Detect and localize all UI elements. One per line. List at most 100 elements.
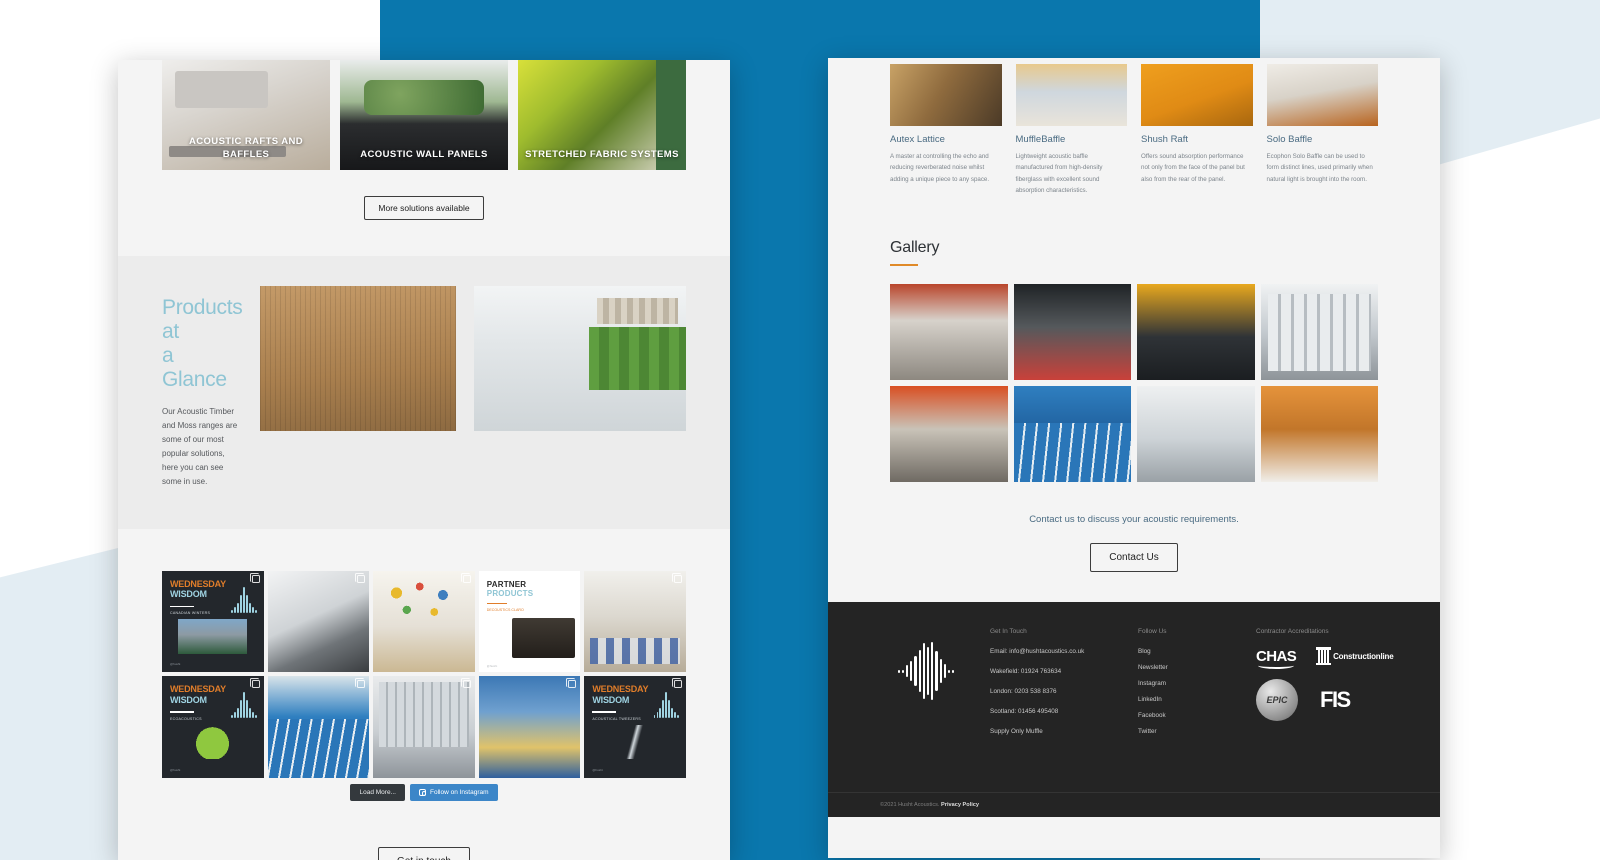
gallery-section: Gallery — [828, 239, 1440, 483]
epic-logo: EPIC — [1256, 679, 1298, 722]
constructionline-label: Constructionline — [1333, 652, 1394, 662]
products-at-a-glance-section: Products at a Glance Our Acoustic Timber… — [118, 256, 730, 529]
glance-text-block: Products at a Glance Our Acoustic Timber… — [162, 286, 243, 489]
footer-contact-item[interactable]: Wakefield: 01924 763634 — [990, 668, 1120, 675]
multi-photo-icon — [355, 572, 366, 583]
gallery-image[interactable] — [890, 386, 1008, 483]
get-in-touch-row: Get in touch — [118, 846, 730, 860]
instagram-grid: WEDNESDAY WISDOM CANADIAN WINTERS @husht PAR… — [162, 570, 686, 778]
instagram-photo — [373, 676, 475, 778]
gallery-image[interactable] — [1013, 283, 1131, 381]
footer-heading-accreditations: Contractor Accreditations — [1256, 628, 1329, 636]
instagram-photo — [373, 570, 475, 673]
instagram-photo — [584, 570, 686, 673]
footer-logo — [880, 628, 972, 792]
multi-photo-icon — [249, 678, 260, 689]
divider — [170, 711, 194, 713]
footer-accreditations-column: Contractor Accreditations CHAS Construct… — [1256, 628, 1394, 792]
solution-card[interactable]: ACOUSTIC WALL PANELS — [340, 60, 508, 170]
gallery-image[interactable] — [1137, 283, 1255, 381]
product-description: Offers sound absorption performance not … — [1141, 153, 1245, 183]
instagram-post[interactable] — [584, 570, 686, 673]
follow-on-instagram-button[interactable]: Follow on Instagram — [409, 783, 498, 801]
instagram-post[interactable]: WEDNESDAY WISDOM ACOUSTICAL TWEEZERS @husht — [584, 676, 686, 778]
product-card[interactable]: MuffleBaffle Lightweight acoustic baffle… — [1015, 64, 1127, 197]
gallery-image[interactable] — [1137, 386, 1255, 483]
load-more-button[interactable]: Load More... — [350, 783, 405, 801]
product-image — [1266, 64, 1378, 126]
instagram-post[interactable] — [373, 570, 475, 673]
instagram-post[interactable]: WEDNESDAY WISDOM ECOACOUSTICS @husht — [162, 676, 264, 778]
product-card[interactable]: Autex Lattice A master at controlling th… — [890, 64, 1002, 197]
product-image — [890, 64, 1002, 126]
gallery-grid — [890, 283, 1378, 483]
more-solutions-row: More solutions available — [118, 196, 730, 220]
instagram-photo — [267, 570, 370, 673]
accreditation-logos: CHAS Constructionline EPIC FIS — [1256, 647, 1394, 722]
contact-us-row: Contact Us — [828, 543, 1440, 602]
instagram-post[interactable] — [267, 676, 370, 778]
instagram-icon — [418, 788, 426, 796]
solution-card[interactable]: STRETCHED FABRIC SYSTEMS — [518, 60, 686, 170]
instagram-photo — [478, 676, 581, 778]
footer-social-link[interactable]: Instagram — [1138, 680, 1238, 687]
footer-contact-item[interactable]: Scotland: 01456 495408 — [990, 708, 1120, 715]
instagram-post[interactable] — [267, 570, 370, 673]
gallery-image[interactable] — [1260, 283, 1378, 381]
multi-photo-icon — [460, 678, 471, 689]
waveform-icon — [897, 642, 955, 701]
gallery-image[interactable] — [890, 283, 1008, 381]
footer-follow-us-column: Follow Us Blog Newsletter Instagram LinkedI… — [1138, 628, 1238, 792]
footer-contact-list: Email: info@hushtacoustics.co.uk Wakefiel… — [990, 648, 1120, 735]
wisdom-artwork — [178, 619, 248, 654]
multi-photo-icon — [671, 678, 682, 689]
product-card[interactable]: Solo Baffle Ecophon Solo Baffle can be u… — [1266, 64, 1378, 197]
more-solutions-button[interactable]: More solutions available — [364, 196, 484, 220]
partner-line1: PARTNER — [486, 579, 527, 589]
contact-prompt: Contact us to discuss your acoustic requ… — [1029, 514, 1239, 526]
follow-label: Follow on Instagram — [429, 788, 489, 796]
instagram-partner-card: PARTNER PRODUCTS DECOUSTICS CLARO @husht — [478, 570, 581, 673]
contact-us-button[interactable]: Contact Us — [1090, 543, 1178, 573]
footer-bottom-bar: ©2021 Husht Acoustics. Privacy Policy — [828, 792, 1440, 818]
glance-image-timber — [260, 286, 457, 431]
product-card[interactable]: Shush Raft Offers sound absorption perfo… — [1141, 64, 1253, 197]
glance-body: Our Acoustic Timber and Moss ranges are … — [162, 406, 238, 486]
product-image — [1015, 64, 1127, 126]
get-in-touch-button[interactable]: Get in touch — [378, 846, 470, 860]
footer-social-link[interactable]: Facebook — [1138, 712, 1238, 719]
column-icon — [1316, 647, 1332, 666]
waveform-icon — [653, 692, 679, 719]
multi-photo-icon — [566, 572, 577, 583]
solution-label: ACOUSTIC RAFTS AND BAFFLES — [189, 136, 303, 161]
multi-photo-icon — [460, 572, 471, 583]
partner-line2: PRODUCTS — [486, 588, 534, 598]
instagram-post[interactable]: PARTNER PRODUCTS DECOUSTICS CLARO @husht — [478, 570, 581, 673]
instagram-post[interactable] — [373, 676, 475, 778]
multi-photo-icon — [671, 572, 682, 583]
constructionline-logo: Constructionline — [1316, 647, 1394, 666]
solution-card[interactable]: ACOUSTIC RAFTS AND BAFFLES — [162, 60, 330, 170]
footer-social-link[interactable]: LinkedIn — [1138, 696, 1238, 703]
chas-logo: CHAS — [1256, 648, 1297, 670]
footer-contact-item[interactable]: Supply Only Muffle — [990, 728, 1120, 735]
instagram-actions: Load More... Follow on Instagram — [162, 783, 686, 801]
partner-subtitle: DECOUSTICS CLARO — [486, 607, 524, 612]
glance-title-line1: Products at — [162, 296, 243, 344]
gallery-image[interactable] — [1260, 386, 1378, 483]
gallery-image[interactable] — [1013, 386, 1131, 483]
instagram-post[interactable]: WEDNESDAY WISDOM CANADIAN WINTERS @husht — [162, 570, 264, 673]
footer-social-link[interactable]: Blog — [1138, 648, 1238, 655]
waveform-icon — [231, 586, 257, 613]
instagram-post[interactable] — [478, 676, 581, 778]
footer-contact-item[interactable]: Email: info@hushtacoustics.co.uk — [990, 648, 1120, 655]
glance-image-moss — [474, 286, 687, 431]
solutions-strip: ACOUSTIC RAFTS AND BAFFLES ACOUSTIC WALL… — [118, 60, 730, 170]
partner-product-image — [512, 617, 576, 659]
footer-contact-item[interactable]: London: 0203 538 8376 — [990, 688, 1120, 695]
privacy-policy-link[interactable]: Privacy Policy — [941, 802, 979, 808]
footer-social-link[interactable]: Newsletter — [1138, 664, 1238, 671]
gallery-heading: Gallery — [890, 238, 940, 256]
glance-title: Products at a Glance — [162, 296, 243, 393]
footer-social-link[interactable]: Twitter — [1138, 728, 1238, 735]
